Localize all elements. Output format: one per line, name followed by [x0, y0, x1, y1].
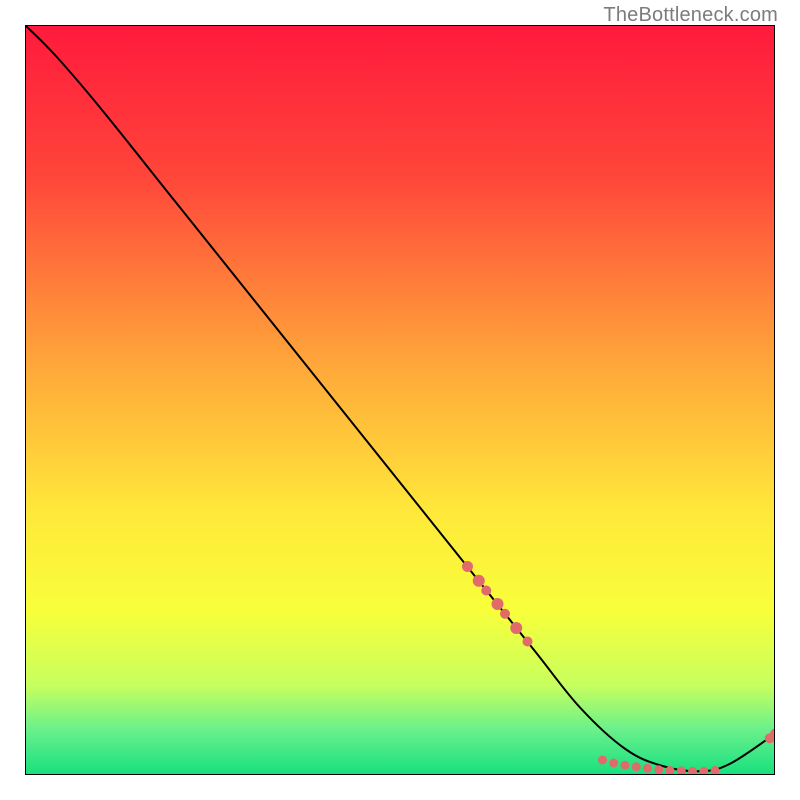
marker-point: [677, 766, 686, 775]
attribution-label: TheBottleneck.com: [603, 4, 778, 27]
marker-point: [609, 759, 618, 768]
marker-point: [632, 762, 641, 771]
marker-point: [492, 598, 504, 610]
marker-point: [523, 637, 533, 647]
gradient-background: [25, 25, 775, 775]
marker-point: [643, 764, 652, 773]
marker-point: [598, 756, 607, 765]
marker-point: [481, 586, 491, 596]
marker-point: [510, 622, 522, 634]
plot-area: [25, 25, 775, 775]
chart-svg: [25, 25, 775, 775]
marker-point: [666, 766, 675, 775]
chart-container: TheBottleneck.com: [0, 0, 800, 800]
marker-point: [473, 575, 485, 587]
marker-point: [621, 761, 630, 770]
marker-point: [462, 561, 473, 572]
marker-point: [711, 766, 720, 775]
marker-point: [654, 765, 663, 774]
marker-point: [500, 609, 510, 619]
